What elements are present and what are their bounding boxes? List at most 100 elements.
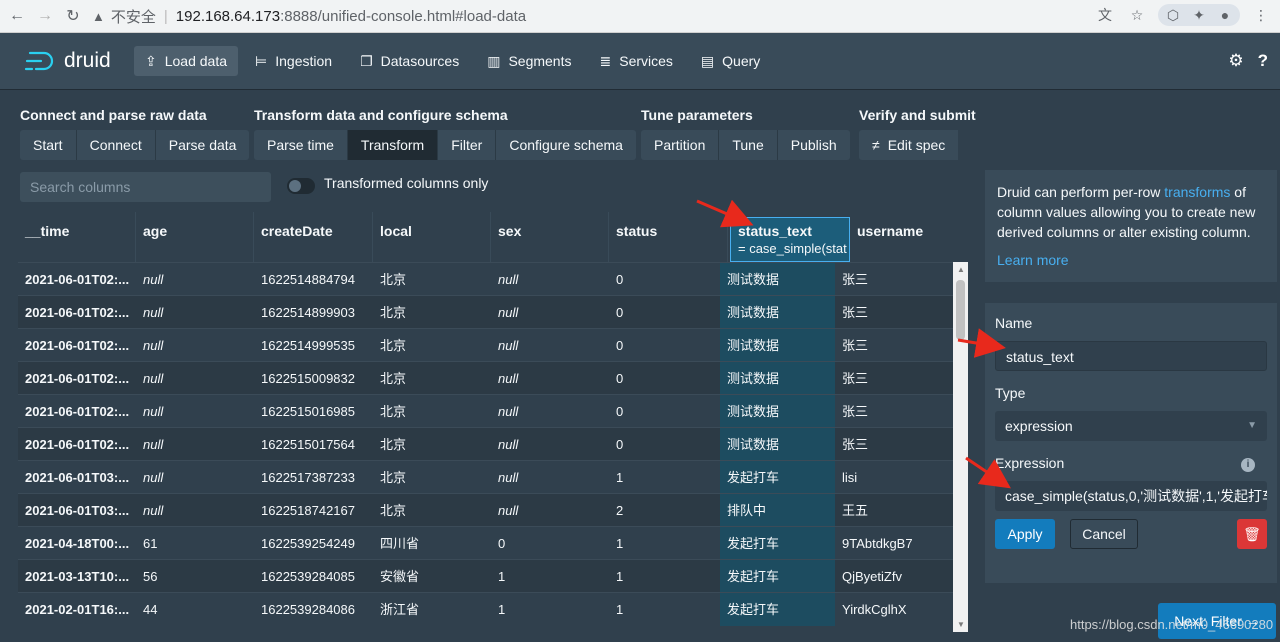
watermark: https://blog.csdn.net/m0_46690280	[1070, 617, 1274, 632]
cell-age: null	[143, 470, 164, 485]
transformed-only-toggle[interactable]	[287, 178, 315, 194]
nav-label: Query	[722, 53, 761, 69]
cell-time: 2021-06-01T02:...	[25, 404, 130, 419]
name-input[interactable]: status_text	[995, 341, 1267, 371]
app-header: druid ⇪ Load data ⊨ Ingestion ❐ Datasources…	[0, 33, 1280, 89]
column-header-sex[interactable]: sex	[491, 212, 609, 262]
cell-status: 2	[616, 503, 624, 518]
extension-cube-icon[interactable]: ⬡	[1162, 4, 1184, 26]
step-parse-data[interactable]: Parse data	[155, 130, 250, 160]
table-row: 2021-06-01T02:... null 1622514899903 北京 null…	[18, 295, 956, 329]
gear-icon[interactable]: ⚙	[1228, 51, 1243, 71]
step-group-connect: Connect and parse raw data Start Connect…	[20, 104, 250, 160]
nav-datasources[interactable]: ❐ Datasources	[349, 46, 470, 76]
step-publish[interactable]: Publish	[777, 130, 850, 160]
cell-age: 56	[143, 569, 158, 584]
step-configure-schema[interactable]: Configure schema	[496, 130, 636, 160]
column-header-createdate[interactable]: createDate	[254, 212, 373, 262]
cell-status-text: 发起打车	[720, 560, 835, 593]
column-header-local[interactable]: local	[373, 212, 491, 262]
reload-icon[interactable]: ↻	[62, 6, 84, 26]
step-start[interactable]: Start	[20, 130, 77, 160]
cell-age: null	[143, 437, 164, 452]
profile-icon[interactable]: ●	[1214, 4, 1236, 26]
info-icon[interactable]: i	[1241, 458, 1255, 472]
scroll-down-icon[interactable]: ▼	[957, 620, 965, 629]
column-header-username[interactable]: username	[850, 212, 956, 262]
nav-segments[interactable]: ▥ Segments	[476, 46, 582, 76]
edit-spec-icon: ≠	[872, 137, 880, 153]
cell-sex: null	[498, 503, 519, 518]
nav-ingestion[interactable]: ⊨ Ingestion	[244, 46, 343, 76]
forward-icon[interactable]: →	[34, 7, 56, 25]
back-icon[interactable]: ←	[6, 7, 28, 25]
help-icon[interactable]: ?	[1258, 51, 1268, 71]
scroll-up-icon[interactable]: ▲	[957, 265, 965, 274]
multi-select-icon: ❐	[360, 52, 373, 69]
insecure-label: 不安全	[110, 8, 156, 26]
trash-icon: 🗑	[1243, 526, 1261, 542]
cell-createdate: 1622514884794	[261, 272, 355, 287]
step-tune[interactable]: Tune	[719, 130, 778, 160]
menu-dots-icon[interactable]: ⋮	[1250, 4, 1272, 26]
learn-more-link[interactable]: Learn more	[997, 250, 1265, 270]
step-connect[interactable]: Connect	[76, 130, 156, 160]
type-label: Type	[995, 385, 1026, 401]
step-filter[interactable]: Filter	[438, 130, 497, 160]
step-edit-spec[interactable]: ≠ Edit spec	[859, 130, 959, 160]
column-header-status[interactable]: status	[609, 212, 728, 262]
translate-icon[interactable]: 文	[1094, 4, 1116, 26]
druid-logo-icon	[24, 51, 54, 71]
chevron-down-icon: ▼	[1247, 420, 1257, 431]
cell-time: 2021-02-01T16:...	[25, 602, 130, 617]
cell-time: 2021-06-01T03:...	[25, 470, 130, 485]
url-separator: |	[163, 7, 168, 25]
type-select[interactable]: expression ▼	[995, 411, 1267, 441]
cell-username: 张三	[842, 338, 869, 353]
druid-logo[interactable]: druid	[24, 49, 134, 73]
logo-text: druid	[64, 49, 111, 72]
step-partition[interactable]: Partition	[641, 130, 720, 160]
cell-local: 北京	[380, 470, 407, 485]
nav-load-data[interactable]: ⇪ Load data	[134, 46, 239, 76]
nav-label: Load data	[164, 53, 228, 69]
search-columns-input[interactable]: Search columns	[20, 172, 271, 202]
cell-local: 北京	[380, 371, 407, 386]
step-group-transform: Transform data and configure schema Pars…	[254, 104, 636, 160]
address-bar[interactable]: ▲ 不安全 | 192.168.64.173 :8888/unified-con…	[92, 3, 526, 29]
cell-username: 张三	[842, 404, 869, 419]
table-scrollbar[interactable]: ▲ ▼	[953, 262, 968, 632]
cell-local: 安徽省	[380, 569, 420, 584]
expression-input[interactable]: case_simple(status,0,'测试数据',1,'发起打车	[995, 481, 1267, 511]
nav-query[interactable]: ▤ Query	[690, 46, 771, 76]
cell-age: 44	[143, 602, 158, 617]
apply-button[interactable]: Apply	[995, 519, 1055, 549]
cell-age: null	[143, 503, 164, 518]
cell-sex: null	[498, 404, 519, 419]
cell-local: 北京	[380, 305, 407, 320]
bookmark-star-icon[interactable]: ☆	[1126, 4, 1148, 26]
cell-username: QjByetiZfv	[842, 569, 902, 584]
table-row: 2021-06-01T02:... null 1622515016985 北京 null…	[18, 394, 956, 428]
cancel-button[interactable]: Cancel	[1070, 519, 1138, 549]
transforms-link[interactable]: transforms	[1164, 184, 1230, 200]
cell-age: null	[143, 404, 164, 419]
step-parse-time[interactable]: Parse time	[254, 130, 348, 160]
puzzle-icon[interactable]: ✦	[1188, 4, 1210, 26]
cell-status: 1	[616, 470, 624, 485]
database-icon: ≣	[599, 52, 612, 69]
table-header: __time age createDate local sex status s…	[18, 212, 956, 262]
column-header-time[interactable]: __time	[18, 212, 136, 262]
step-group-verify: Verify and submit ≠ Edit spec	[859, 104, 976, 160]
column-header-status-text[interactable]: status_text = case_simple(stat	[730, 217, 850, 262]
cell-createdate: 1622539284086	[261, 602, 355, 617]
column-header-age[interactable]: age	[136, 212, 254, 262]
nav-services[interactable]: ≣ Services	[589, 46, 684, 76]
cell-age: null	[143, 338, 164, 353]
cell-age: null	[143, 371, 164, 386]
expression-label-text: Expression	[995, 455, 1065, 471]
delete-button[interactable]: 🗑	[1237, 519, 1267, 549]
cell-username: 张三	[842, 437, 869, 452]
scrollbar-thumb[interactable]	[956, 280, 965, 340]
step-transform[interactable]: Transform	[347, 130, 439, 160]
